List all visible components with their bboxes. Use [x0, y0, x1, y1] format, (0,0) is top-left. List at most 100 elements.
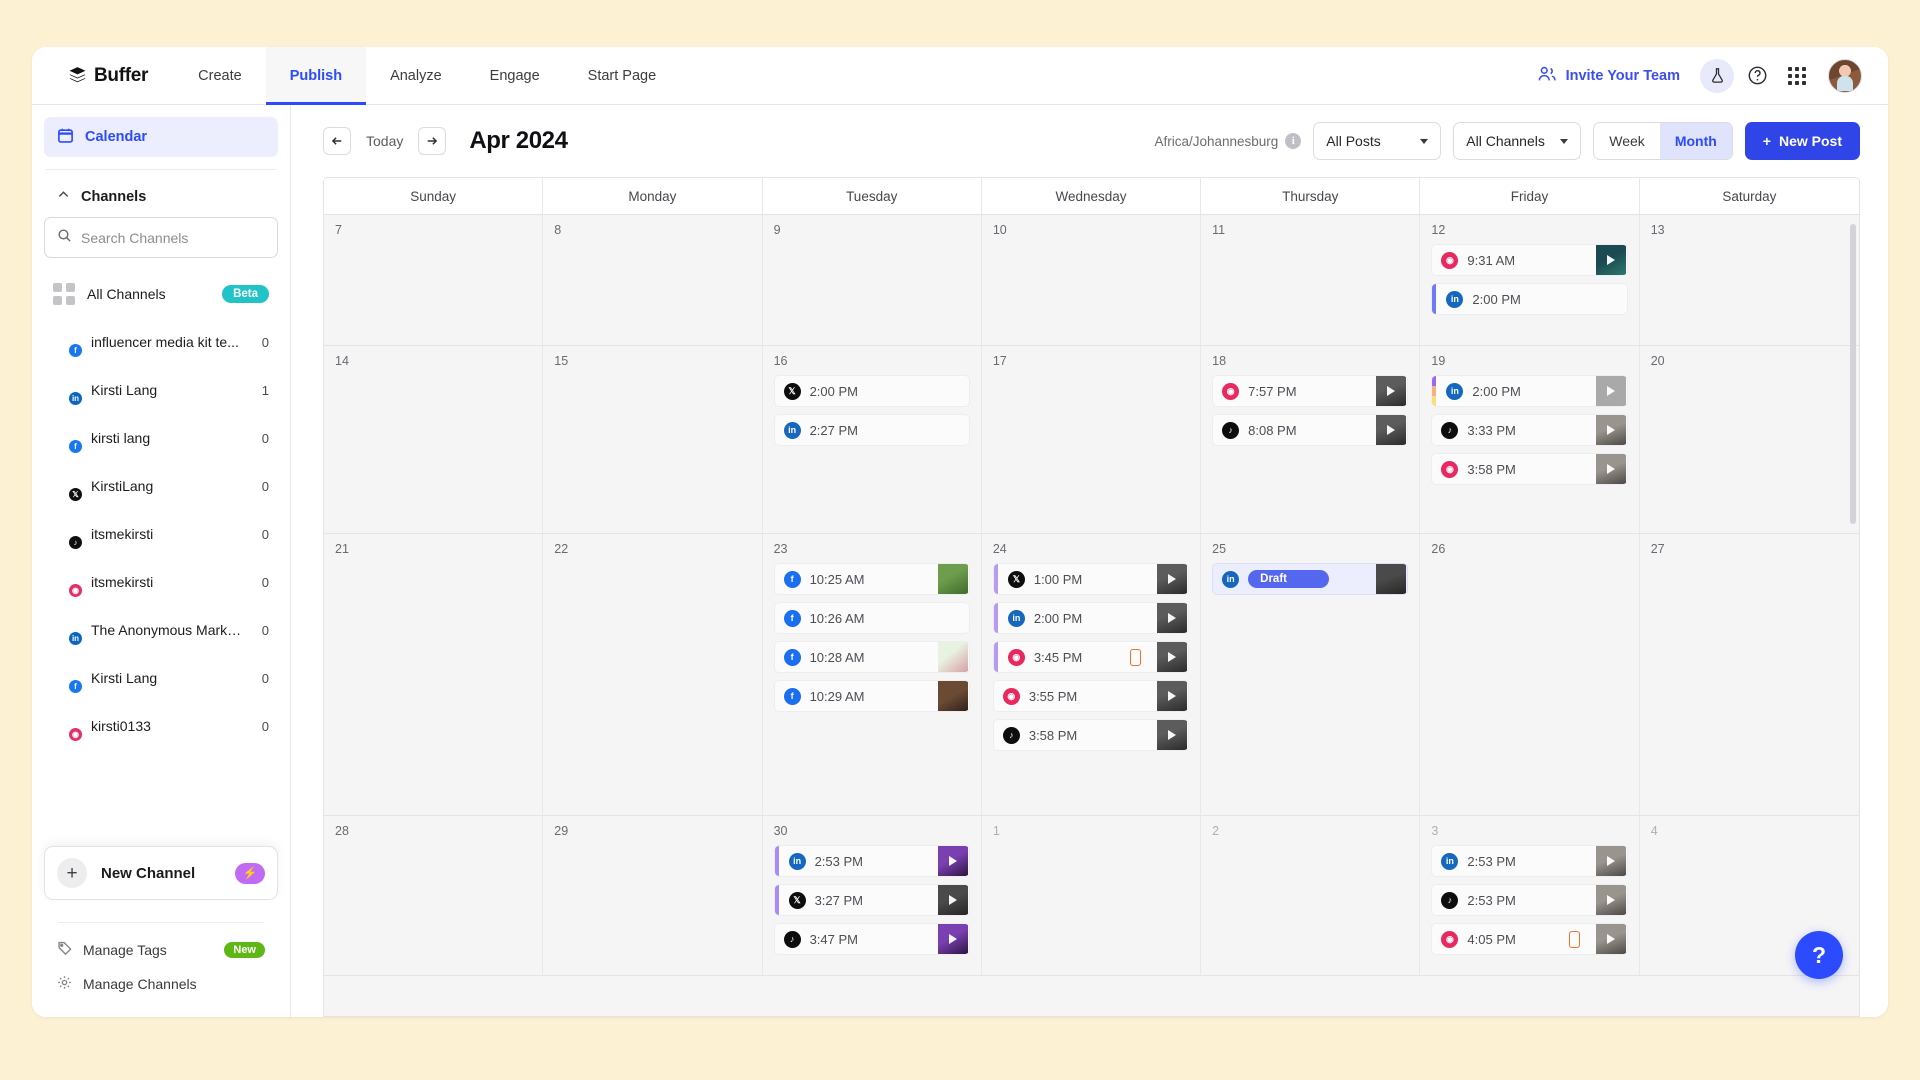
today-button[interactable]: Today	[362, 133, 407, 149]
channel-item[interactable]: ◉ itsmekirsti 0	[44, 558, 278, 606]
day-cell[interactable]: 17	[981, 346, 1202, 533]
view-week-button[interactable]: Week	[1594, 123, 1660, 159]
day-cell[interactable]: 3 in 2:53 PM ♪ 2:53 PM ◉ 4:05 PM	[1420, 816, 1640, 975]
calendar-post[interactable]: 𝕏 1:00 PM	[992, 563, 1190, 595]
calendar-post[interactable]: f 10:25 AM	[773, 563, 970, 595]
day-cell[interactable]: 16 𝕏 2:00 PM in 2:27 PM	[762, 346, 982, 533]
calendar-post[interactable]: f 10:26 AM	[773, 602, 970, 634]
channel-item[interactable]: in The Anonymous Marke... 0	[44, 606, 278, 654]
invite-your-team-button[interactable]: Invite Your Team	[1537, 64, 1694, 88]
nav-item-create[interactable]: Create	[174, 47, 266, 104]
nav-item-publish[interactable]: Publish	[265, 47, 367, 105]
channel-item[interactable]: ◉ kirsti0133 0	[44, 702, 278, 750]
day-cell[interactable]: 1	[981, 816, 1202, 975]
day-cell[interactable]: 15	[543, 346, 763, 533]
channel-item[interactable]: f influencer media kit te... 0	[44, 318, 278, 366]
nav-item-analyze[interactable]: Analyze	[366, 47, 466, 104]
day-cell[interactable]: 26	[1420, 534, 1640, 815]
calendar-post[interactable]: ♪ 3:58 PM	[992, 719, 1190, 751]
day-cell[interactable]: 9	[762, 215, 982, 345]
day-cell[interactable]: 2	[1201, 816, 1421, 975]
calendar-post[interactable]: 𝕏 3:27 PM	[773, 884, 970, 916]
day-cell[interactable]: 30 in 2:53 PM 𝕏 3:27 PM ♪ 3:47 PM	[762, 816, 982, 975]
nav-item-engage[interactable]: Engage	[466, 47, 564, 104]
search-input[interactable]	[81, 229, 265, 246]
channels-section-header[interactable]: Channels	[32, 170, 290, 217]
buffer-stack-icon	[68, 66, 87, 85]
calendar-post[interactable]: in 2:53 PM	[1431, 845, 1628, 877]
day-cell[interactable]: 13	[1639, 215, 1859, 345]
day-cell[interactable]: 27	[1639, 534, 1859, 815]
people-icon	[1537, 64, 1557, 88]
calendar-post[interactable]: ◉ 3:45 PM	[992, 641, 1190, 673]
channel-item[interactable]: in Kirsti Lang 1	[44, 366, 278, 414]
calendar-post[interactable]: ◉ 9:31 AM	[1431, 244, 1628, 276]
calendar-post[interactable]: ♪ 2:53 PM	[1431, 884, 1628, 916]
channel-item[interactable]: f Kirsti Lang 0	[44, 654, 278, 702]
day-cell[interactable]: 28	[324, 816, 544, 975]
calendar-post[interactable]: ♪ 8:08 PM	[1212, 414, 1409, 446]
day-cell[interactable]: 20	[1639, 346, 1859, 533]
help-circle-icon[interactable]	[1740, 59, 1774, 93]
channel-item[interactable]: 𝕏 KirstiLang 0	[44, 462, 278, 510]
sidebar-item-manage-tags[interactable]: Manage Tags New	[44, 933, 278, 967]
calendar-post[interactable]: ◉ 7:57 PM	[1212, 375, 1409, 407]
day-cell[interactable]: 22	[543, 534, 763, 815]
calendar-post[interactable]: in 2:27 PM	[773, 414, 970, 446]
all-posts-filter[interactable]: All Posts	[1313, 122, 1442, 160]
calendar-post[interactable]: f 10:29 AM	[773, 680, 970, 712]
calendar-post[interactable]: ♪ 3:47 PM	[773, 923, 970, 955]
day-cell[interactable]: 18 ◉ 7:57 PM ♪ 8:08 PM	[1201, 346, 1421, 533]
facebook-icon: f	[783, 570, 801, 588]
day-cell[interactable]: 14	[324, 346, 544, 533]
day-cell[interactable]: 21	[324, 534, 544, 815]
next-month-button[interactable]	[418, 127, 447, 155]
day-cell[interactable]: 25 in Draft	[1201, 534, 1421, 815]
sidebar-item-manage-channels[interactable]: Manage Channels	[44, 967, 278, 1001]
calendar-post[interactable]: in 2:00 PM	[1431, 283, 1628, 315]
sidebar-item-calendar[interactable]: Calendar	[44, 117, 278, 157]
all-channels-filter[interactable]: All Channels	[1453, 122, 1582, 160]
help-button[interactable]: ?	[1795, 931, 1843, 979]
channel-count: 0	[261, 478, 269, 494]
day-cell[interactable]: 19 in 2:00 PM ♪ 3:33 PM ◉ 3:58 PM	[1420, 346, 1640, 533]
new-channel-button[interactable]: + New Channel ⚡	[44, 846, 278, 900]
info-icon[interactable]: i	[1285, 133, 1302, 149]
calendar-post[interactable]: in 2:53 PM	[773, 845, 970, 877]
channel-item[interactable]: f kirsti lang 0	[44, 414, 278, 462]
buffer-logo[interactable]: Buffer	[32, 47, 174, 104]
day-number: 30	[773, 824, 788, 838]
channel-list[interactable]: All Channels Beta f influencer media kit…	[32, 264, 290, 846]
calendar-post-draft[interactable]: in Draft	[1212, 563, 1409, 595]
calendar-scrollbar[interactable]	[1850, 224, 1856, 524]
calendar-post[interactable]: ♪ 3:33 PM	[1431, 414, 1628, 446]
day-cell[interactable]: 24 𝕏 1:00 PM in 2:00 PM ◉ 3:45 PM ◉ 3:55…	[981, 534, 1202, 815]
channel-item[interactable]: ♪ itsmekirsti 0	[44, 510, 278, 558]
day-cell[interactable]: 12 ◉ 9:31 AM in 2:00 PM	[1420, 215, 1640, 345]
day-cell[interactable]: 11	[1201, 215, 1421, 345]
day-cell[interactable]: 23 f 10:25 AM f 10:26 AM f 10:28 AM f 10…	[762, 534, 982, 815]
day-cell[interactable]: 8	[543, 215, 763, 345]
apps-grid-icon[interactable]	[1780, 59, 1814, 93]
calendar-post[interactable]: in 2:00 PM	[992, 602, 1190, 634]
day-cell[interactable]: 29	[543, 816, 763, 975]
calendar-post[interactable]: f 10:28 AM	[773, 641, 970, 673]
flask-icon[interactable]	[1700, 58, 1734, 93]
sidebar-item-all-channels[interactable]: All Channels Beta	[44, 270, 278, 318]
calendar-week-row: 7 8 9 10 11 12 ◉ 9:31 AM in 2:00 PM 13	[324, 215, 1859, 346]
day-cell[interactable]: 7	[324, 215, 544, 345]
new-post-button[interactable]: + New Post	[1744, 122, 1860, 160]
prev-month-button[interactable]	[323, 127, 351, 155]
calendar-post[interactable]: ◉ 3:58 PM	[1431, 453, 1628, 485]
day-cell[interactable]: 10	[981, 215, 1202, 345]
search-channels-box[interactable]	[44, 217, 278, 258]
channel-count: 1	[261, 382, 269, 398]
nav-item-start-page[interactable]: Start Page	[564, 47, 681, 104]
user-avatar[interactable]	[1828, 58, 1862, 93]
view-month-button[interactable]: Month	[1659, 123, 1732, 159]
post-time: 3:58 PM	[1467, 461, 1516, 477]
calendar-post[interactable]: ◉ 3:55 PM	[992, 680, 1190, 712]
calendar-post[interactable]: ◉ 4:05 PM	[1431, 923, 1628, 955]
calendar-post[interactable]: 𝕏 2:00 PM	[773, 375, 970, 407]
calendar-post[interactable]: in 2:00 PM	[1431, 375, 1628, 407]
